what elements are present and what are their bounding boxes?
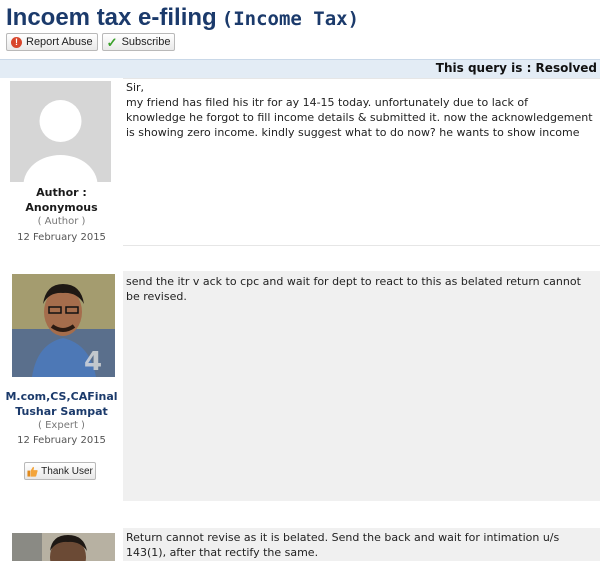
- post-line: 143(1), after that rectify the same.: [126, 546, 319, 559]
- alert-icon: !: [11, 36, 22, 48]
- post-body: Sir, my friend has filed his itr for ay …: [123, 78, 600, 246]
- post-line: be revised.: [126, 290, 187, 303]
- expert-name[interactable]: M.com,CS,CAFinal Tushar Sampat: [0, 389, 123, 419]
- author-username: Anonymous: [25, 201, 98, 214]
- thread-category[interactable]: (Income Tax): [222, 8, 359, 30]
- thank-user-button[interactable]: Thank User: [24, 462, 96, 480]
- post-2: 4 M.com,CS,CAFinal Tushar Sampat ( Exper…: [0, 271, 600, 501]
- post-line: Return cannot revise as it is belated. S…: [126, 531, 560, 544]
- post-1: Author : Anonymous ( Author ) 12 Februar…: [0, 78, 600, 246]
- expert-username: Tushar Sampat: [15, 405, 108, 418]
- post-line: my friend has filed his itr for ay 14-15…: [126, 96, 529, 109]
- author-name: Author : Anonymous: [0, 185, 123, 215]
- expert-avatar[interactable]: 4: [12, 274, 115, 377]
- thread-actions: ! Report Abuse ✓ Subscribe: [6, 33, 176, 51]
- thread-title: Incoem tax e-filing: [6, 4, 217, 31]
- thread-title-row: Incoem tax e-filing (Income Tax): [6, 4, 359, 32]
- post-text: Sir, my friend has filed his itr for ay …: [123, 78, 600, 140]
- post-line: knowledge he forgot to fill income detai…: [126, 111, 593, 124]
- post-line: Sir,: [126, 81, 145, 94]
- post-text: Return cannot revise as it is belated. S…: [123, 528, 600, 560]
- post-date: 12 February 2015: [17, 232, 106, 243]
- post-line: send the itr v ack to cpc and wait for d…: [126, 275, 581, 288]
- thank-user-label: Thank User: [41, 465, 93, 477]
- post-body: send the itr v ack to cpc and wait for d…: [123, 271, 600, 501]
- anonymous-avatar: [10, 81, 111, 215]
- post-body: Return cannot revise as it is belated. S…: [123, 528, 600, 561]
- subscribe-label: Subscribe: [121, 36, 171, 48]
- thumbs-up-icon: [27, 466, 38, 477]
- author-label: Author :: [36, 186, 87, 199]
- author-role: ( Expert ): [38, 420, 85, 431]
- status-bar: This query is : Resolved: [0, 59, 600, 78]
- post-3: Return cannot revise as it is belated. S…: [0, 528, 600, 561]
- status-text: This query is : Resolved: [435, 61, 597, 75]
- report-abuse-label: Report Abuse: [26, 36, 93, 48]
- expert-avatar[interactable]: [12, 533, 115, 561]
- expert-qualification: M.com,CS,CAFinal: [5, 390, 118, 403]
- svg-text:4: 4: [84, 347, 102, 377]
- post-line: is showing zero income. kindly suggest w…: [126, 126, 580, 139]
- author-role: ( Author ): [37, 216, 86, 227]
- post-text: send the itr v ack to cpc and wait for d…: [123, 271, 600, 304]
- post-date: 12 February 2015: [17, 435, 106, 446]
- report-abuse-button[interactable]: ! Report Abuse: [6, 33, 98, 51]
- subscribe-button[interactable]: ✓ Subscribe: [101, 33, 176, 51]
- checkmark-icon: ✓: [106, 34, 118, 50]
